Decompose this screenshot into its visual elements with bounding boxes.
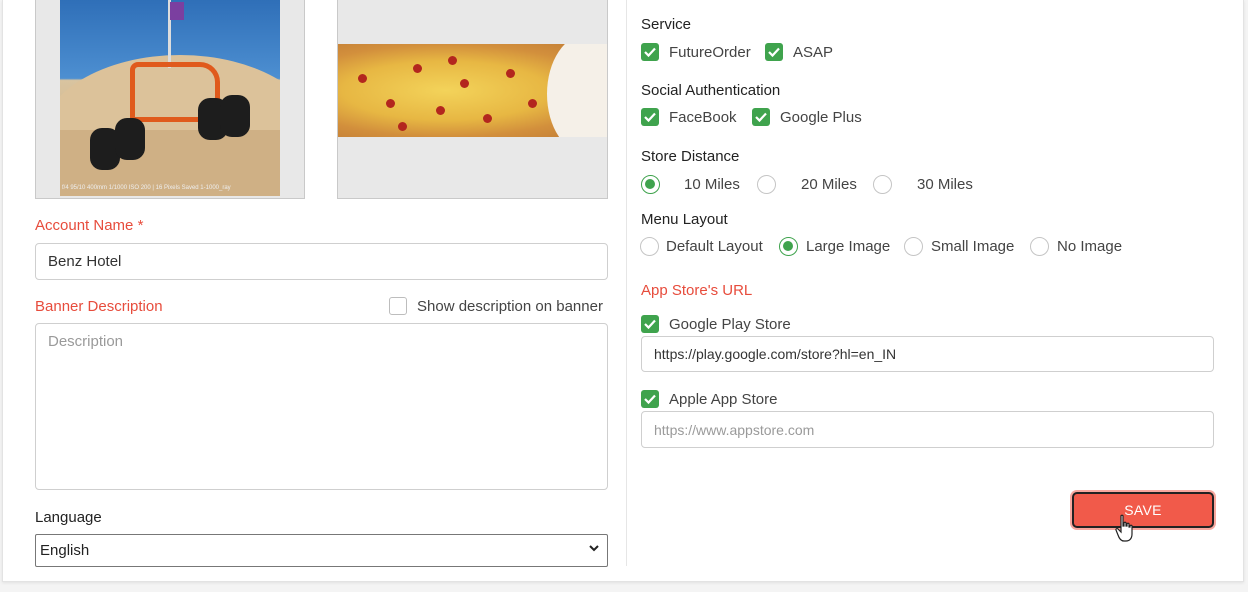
layout-large-image-radio[interactable] [779,237,798,256]
distance-10-radio[interactable] [641,175,660,194]
show-on-banner-label: Show description on banner [417,298,603,315]
distance-10-label: 10 Miles [684,176,740,193]
layout-small-image-label: Small Image [931,238,1015,255]
image-tile-1[interactable]: f/4 95/10 400mm 1/1000 ISO 200 | 16 Pixe… [35,0,305,199]
image-tile-2[interactable] [337,0,608,199]
account-name-input[interactable] [35,243,608,280]
column-divider [626,0,627,566]
photo-caption: f/4 95/10 400mm 1/1000 ISO 200 | 16 Pixe… [62,185,231,191]
layout-default-radio[interactable] [640,237,659,256]
store-distance-title: Store Distance [641,148,740,165]
save-button[interactable]: SAVE [1072,492,1214,528]
layout-large-image-label: Large Image [806,238,891,255]
distance-30-radio[interactable] [873,175,892,194]
asap-label: ASAP [793,44,834,61]
google-plus-checkbox[interactable] [752,108,770,126]
distance-30-label: 30 Miles [917,176,973,193]
apple-app-store-checkbox[interactable] [641,390,659,408]
facebook-label: FaceBook [669,109,737,126]
chevron-down-icon [589,545,599,552]
google-plus-label: Google Plus [780,109,862,126]
language-select[interactable]: English [35,534,608,567]
check-icon [768,47,780,58]
google-play-checkbox[interactable] [641,315,659,333]
show-on-banner-checkbox[interactable] [389,297,407,315]
service-title: Service [641,16,692,33]
facebook-checkbox[interactable] [641,108,659,126]
check-icon [755,112,767,123]
asap-checkbox[interactable] [765,43,783,61]
google-play-url-input[interactable] [641,336,1214,372]
hand-cursor-icon [1115,514,1133,542]
google-play-label: Google Play Store [669,316,791,333]
futureorder-label: FutureOrder [669,44,751,61]
app-store-url-title: App Store's URL [641,282,753,299]
layout-default-label: Default Layout [666,238,763,255]
apple-app-store-label: Apple App Store [669,391,778,408]
check-icon [644,112,656,123]
banner-description-label: Banner Description [35,298,163,315]
layout-small-image-radio[interactable] [904,237,923,256]
fries-photo [338,44,607,137]
check-icon [644,47,656,58]
layout-no-image-radio[interactable] [1030,237,1049,256]
apple-app-store-url-input[interactable] [641,411,1214,448]
check-icon [644,394,656,405]
language-selected-value: English [40,542,90,559]
banner-description-textarea[interactable] [35,323,608,490]
language-label: Language [35,509,102,526]
menu-layout-title: Menu Layout [641,211,728,228]
account-name-label: Account Name * [35,217,144,234]
distance-20-label: 20 Miles [801,176,857,193]
layout-no-image-label: No Image [1057,238,1123,255]
check-icon [644,319,656,330]
distance-20-radio[interactable] [757,175,776,194]
buggy-photo: f/4 95/10 400mm 1/1000 ISO 200 | 16 Pixe… [60,0,280,196]
futureorder-checkbox[interactable] [641,43,659,61]
social-auth-title: Social Authentication [641,82,781,99]
